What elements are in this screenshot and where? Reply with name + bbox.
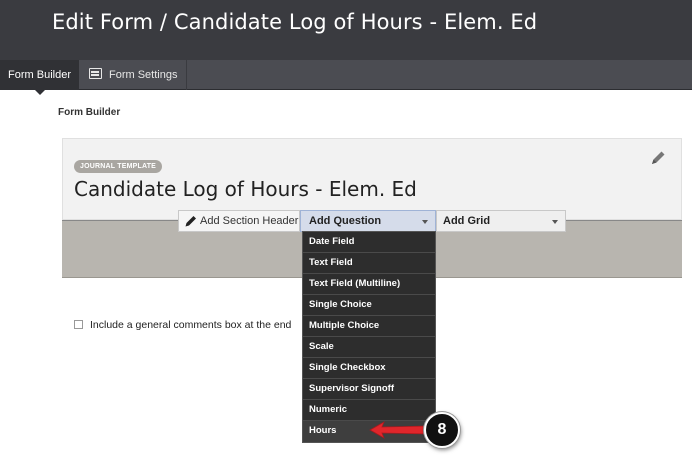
menu-item-single-checkbox[interactable]: Single Checkbox (303, 358, 435, 379)
menu-item-multiple-choice[interactable]: Multiple Choice (303, 316, 435, 337)
menu-item-date-field[interactable]: Date Field (303, 232, 435, 253)
menu-item-text-field[interactable]: Text Field (303, 253, 435, 274)
tab-form-builder[interactable]: Form Builder (0, 60, 79, 90)
add-question-select[interactable]: Add Question (300, 210, 436, 232)
comments-option[interactable]: Include a general comments box at the en… (74, 319, 300, 331)
comments-checkbox[interactable] (74, 320, 83, 329)
form-title: Candidate Log of Hours - Elem. Ed (74, 177, 417, 201)
edit-form-button[interactable] (645, 147, 671, 169)
section-heading: Form Builder (58, 107, 121, 118)
page-title: Edit Form / Candidate Log of Hours - Ele… (52, 10, 538, 34)
add-section-header-label: Add Section Header (200, 215, 299, 227)
tab-form-settings-label: Form Settings (109, 69, 178, 81)
comments-label: Include a general comments box at the en… (90, 319, 292, 331)
menu-item-scale[interactable]: Scale (303, 337, 435, 358)
page: Edit Form / Candidate Log of Hours - Ele… (0, 0, 692, 476)
pencil-icon (652, 151, 665, 164)
settings-sliders-icon (89, 68, 102, 79)
step-number-badge: 8 (424, 412, 460, 448)
add-section-header-button[interactable]: Add Section Header (178, 210, 300, 232)
menu-item-numeric[interactable]: Numeric (303, 400, 435, 421)
add-grid-select[interactable]: Add Grid (436, 210, 566, 232)
menu-item-single-choice[interactable]: Single Choice (303, 295, 435, 316)
pencil-icon (185, 216, 196, 227)
menu-item-text-field-multiline[interactable]: Text Field (Multiline) (303, 274, 435, 295)
app-header: Edit Form / Candidate Log of Hours - Ele… (0, 0, 692, 60)
form-card-header: JOURNAL TEMPLATE Candidate Log of Hours … (62, 138, 682, 220)
add-grid-label: Add Grid (443, 215, 491, 227)
template-badge: JOURNAL TEMPLATE (74, 160, 163, 173)
chevron-down-icon (552, 220, 558, 224)
chevron-down-icon (422, 220, 428, 224)
question-type-menu: Date Field Text Field Text Field (Multil… (302, 231, 436, 443)
active-tab-pointer (34, 89, 46, 95)
add-question-label: Add Question (309, 215, 382, 227)
callout-arrow-icon (369, 421, 429, 439)
tab-form-settings[interactable]: Form Settings (79, 60, 187, 90)
tab-bar: Form Builder Form Settings (0, 60, 692, 90)
menu-item-supervisor-signoff[interactable]: Supervisor Signoff (303, 379, 435, 400)
